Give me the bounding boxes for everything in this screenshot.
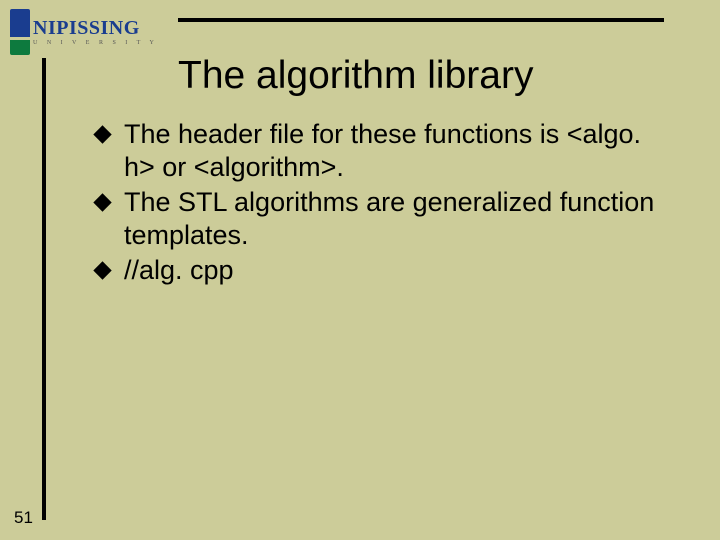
- slide-content: The header file for these functions is <…: [96, 118, 672, 289]
- diamond-bullet-icon: [93, 193, 111, 211]
- diamond-bullet-icon: [93, 125, 111, 143]
- horizontal-rule: [178, 18, 664, 22]
- university-logo: NIPISSING U N I V E R S I T Y: [10, 8, 170, 56]
- bullet-text: //alg. cpp: [124, 255, 234, 285]
- logo-text: NIPISSING: [33, 18, 158, 38]
- diamond-bullet-icon: [93, 261, 111, 279]
- bullet-text: The header file for these functions is <…: [124, 119, 641, 182]
- vertical-rule: [42, 58, 46, 520]
- bullet-item: //alg. cpp: [96, 254, 672, 287]
- bullet-item: The STL algorithms are generalized funct…: [96, 186, 672, 252]
- bullet-text: The STL algorithms are generalized funct…: [124, 187, 654, 250]
- bullet-item: The header file for these functions is <…: [96, 118, 672, 184]
- page-number: 51: [14, 508, 33, 528]
- logo-subtext: U N I V E R S I T Y: [33, 40, 158, 46]
- slide-title: The algorithm library: [178, 54, 533, 98]
- logo-mark: [10, 9, 30, 55]
